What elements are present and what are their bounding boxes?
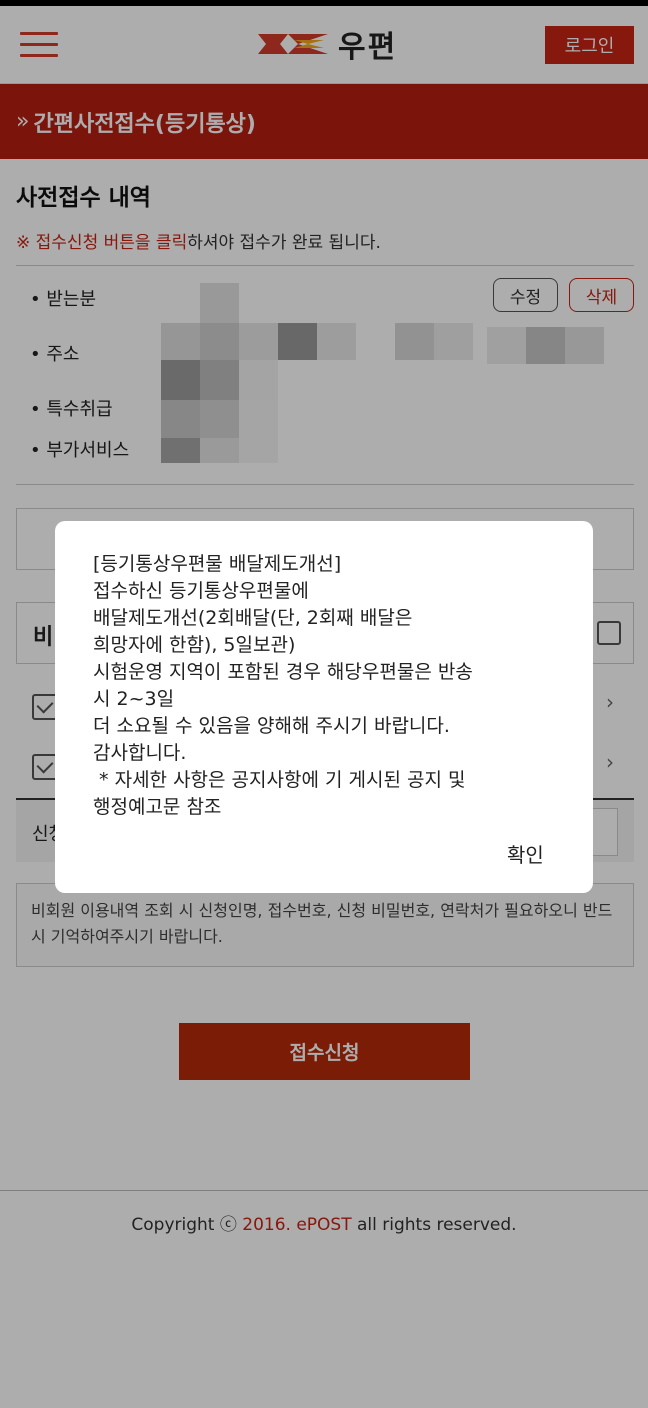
notice-dialog: [등기통상우편물 배달제도개선] 접수하신 등기통상우편물에 배달제도개선(2회… <box>55 521 593 893</box>
confirm-button[interactable]: 확인 <box>507 839 544 868</box>
dialog-message: [등기통상우편물 배달제도개선] 접수하신 등기통상우편물에 배달제도개선(2회… <box>93 553 473 818</box>
